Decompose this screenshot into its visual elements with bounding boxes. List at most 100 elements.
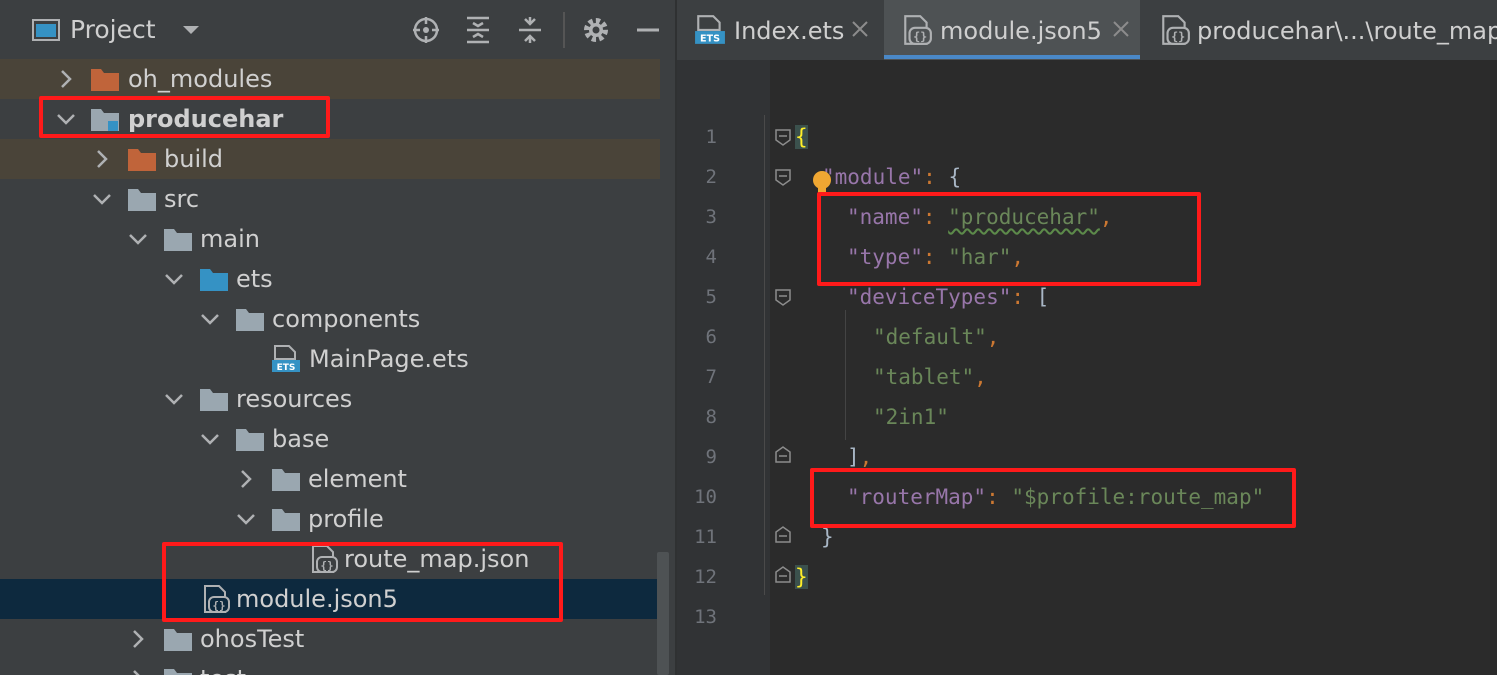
close-icon[interactable] (1110, 18, 1132, 40)
chevron-right-icon[interactable] (234, 467, 258, 491)
bracket-close: ] (847, 445, 860, 469)
tree-item-label: main (200, 225, 260, 253)
ets-file-icon: ETS (695, 15, 725, 45)
chevron-down-icon[interactable] (90, 187, 114, 211)
folder-icon (164, 669, 192, 675)
code-line-7[interactable]: "tablet", (873, 357, 987, 397)
brace-open: { (795, 125, 808, 149)
indent-guide (764, 115, 765, 595)
chevron-down-icon[interactable] (198, 427, 222, 451)
line-number: 4 (705, 246, 717, 268)
chevron-right-icon[interactable] (90, 147, 114, 171)
line-number: 8 (705, 406, 717, 428)
folder-icon (272, 469, 300, 491)
tree-item-label: resources (236, 385, 353, 413)
code-line-1[interactable]: { (795, 117, 808, 157)
vertical-scrollbar[interactable] (657, 552, 669, 675)
project-panel: Project oh_modules producehar build src … (0, 0, 675, 675)
tree-item-build[interactable]: build (0, 139, 660, 179)
line-number: 10 (694, 486, 717, 508)
comma: , (859, 445, 873, 469)
line-number: 3 (705, 206, 717, 228)
tree-item-label: element (308, 465, 407, 493)
expand-all-icon[interactable] (462, 14, 494, 46)
gear-icon[interactable] (580, 14, 612, 46)
chevron-right-icon[interactable] (126, 667, 150, 675)
folder-icon (272, 509, 300, 531)
tree-item-label: base (272, 425, 330, 453)
tree-item-label: src (164, 185, 200, 213)
fold-end-icon[interactable] (774, 526, 792, 544)
minimize-icon[interactable] (632, 14, 664, 46)
json-file-icon: {} (904, 15, 932, 45)
line-number: 2 (705, 166, 717, 188)
tab-label: module.json5 (940, 17, 1102, 45)
code-line-2[interactable]: "module": { (822, 157, 961, 197)
code-line-8[interactable]: "2in1" (873, 397, 949, 437)
folder-icon (236, 309, 264, 331)
line-number: 1 (705, 126, 717, 148)
bracket-open: [ (1036, 285, 1050, 309)
fold-marker-icon[interactable] (774, 168, 792, 186)
tree-item-main[interactable]: main (0, 219, 660, 259)
tree-item-oh-modules[interactable]: oh_modules (0, 59, 660, 99)
ets-file-icon: ETS (272, 345, 300, 373)
line-number: 5 (705, 286, 717, 308)
tree-item-label: components (272, 305, 421, 333)
tree-item-components[interactable]: components (0, 299, 660, 339)
comma: , (974, 365, 987, 389)
json-key-module: "module" (822, 165, 924, 189)
tree-item-label: build (164, 145, 224, 173)
tree-item-ohostest[interactable]: ohosTest (0, 619, 660, 659)
brace-close: } (795, 565, 808, 589)
chevron-down-icon[interactable] (162, 267, 186, 291)
line-number: 13 (694, 606, 717, 628)
chevron-down-icon[interactable] (234, 507, 258, 531)
collapse-all-icon[interactable] (514, 14, 546, 46)
tree-item-src[interactable]: src (0, 179, 660, 219)
panel-title[interactable]: Project (70, 14, 156, 46)
chevron-right-icon[interactable] (126, 627, 150, 651)
tree-item-element[interactable]: element (0, 459, 660, 499)
folder-icon (164, 629, 192, 651)
fold-marker-icon[interactable] (774, 288, 792, 306)
folder-orange-icon (128, 149, 156, 171)
indent-guide (845, 310, 846, 440)
json-array-value: "2in1" (873, 405, 949, 429)
chevron-down-icon[interactable] (162, 387, 186, 411)
chevron-down-icon[interactable] (175, 14, 207, 46)
highlight-box-producehar (39, 96, 330, 138)
json-file-icon: {} (1162, 15, 1190, 45)
tree-item-profile[interactable]: profile (0, 499, 660, 539)
tree-item-test[interactable]: test (0, 659, 660, 675)
highlight-box-routermap (810, 468, 1296, 528)
chevron-right-icon[interactable] (54, 67, 78, 91)
fold-end-icon[interactable] (774, 566, 792, 584)
tab-module-json5[interactable]: {} module.json5 (884, 0, 1140, 60)
editor-tab-bar: ETS Index.ets {} module.json5 {} produce… (677, 0, 1497, 61)
chevron-down-icon[interactable] (126, 227, 150, 251)
tree-item-label: profile (308, 505, 384, 533)
highlight-box-name-type (817, 192, 1201, 286)
folder-blue-icon (200, 269, 228, 291)
close-icon[interactable] (849, 18, 871, 40)
tree-item-label: ohosTest (200, 625, 305, 653)
json-key-devicetypes: "deviceTypes" (847, 285, 1012, 309)
fold-end-icon[interactable] (774, 446, 792, 464)
active-tab-indicator (884, 55, 1140, 59)
json-array-value: "default" (873, 325, 987, 349)
tree-item-resources[interactable]: resources (0, 379, 660, 419)
tree-item-base[interactable]: base (0, 419, 660, 459)
locate-icon[interactable] (410, 14, 442, 46)
folder-orange-icon (91, 69, 119, 91)
tree-item-mainpage-ets[interactable]: ETS MainPage.ets (0, 339, 660, 379)
chevron-down-icon[interactable] (198, 307, 222, 331)
tab-index-ets[interactable]: ETS Index.ets (677, 0, 882, 60)
fold-marker-icon[interactable] (774, 128, 792, 146)
tree-item-ets[interactable]: ets (0, 259, 660, 299)
tree-item-label: MainPage.ets (309, 345, 469, 373)
comma: , (986, 325, 1000, 349)
tab-route-map-json[interactable]: {} producehar\...\route_map.j (1142, 0, 1497, 60)
code-line-12[interactable]: } (795, 557, 808, 597)
code-line-6[interactable]: "default", (873, 317, 999, 357)
